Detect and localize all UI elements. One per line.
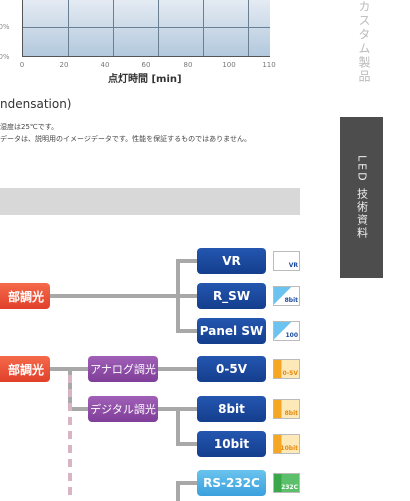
led-tech-docs-tab[interactable]: LED 技術資料 (340, 117, 383, 278)
panel-sw-node: Panel SW (197, 318, 266, 344)
connector (176, 329, 197, 333)
connector (50, 294, 197, 298)
x-tick: 100 (222, 61, 236, 69)
dashed-connector (68, 375, 72, 500)
8bit-icon: 8bit (273, 399, 300, 419)
10bit-node: 10bit (197, 431, 266, 457)
y-tick: 50% (0, 53, 10, 61)
note: データは、説明用のイメージデータです。性能を保証するものではありません。 (0, 135, 251, 143)
x-tick: 20 (59, 61, 69, 69)
custom-products-tab[interactable]: カスタム製品 (356, 0, 373, 84)
connector (176, 442, 197, 446)
analog-dimming-node: アナログ調光 (88, 356, 158, 382)
r-sw-node: R_SW (197, 283, 266, 309)
section-header-band (0, 188, 300, 215)
x-tick: 60 (141, 61, 151, 69)
gridline (248, 0, 249, 56)
x-tick: 0 (19, 61, 25, 69)
connector (176, 259, 180, 331)
panel-sw-icon: 100 (273, 321, 300, 341)
0-5v-node: 0-5V (197, 356, 266, 382)
y-tick: 60% (0, 23, 10, 31)
x-tick: 80 (183, 61, 193, 69)
external-dimming-node: 部調光 (0, 356, 50, 382)
gridline (158, 0, 159, 56)
chart-plot-area (22, 0, 270, 57)
internal-dimming-node: 部調光 (0, 283, 50, 309)
gridline (68, 0, 69, 56)
r-sw-8bit-icon: 8bit (273, 286, 300, 306)
x-axis-label: 点灯時間 [min] (108, 74, 182, 85)
vr-icon: VR (273, 251, 300, 271)
x-tick: 110 (262, 61, 276, 69)
section-title: ndensation) (0, 97, 72, 111)
vr-node: VR (197, 248, 266, 274)
digital-dimming-node: デジタル調光 (88, 396, 158, 422)
10bit-icon: 10bit (273, 434, 300, 454)
gridline (203, 0, 204, 56)
rs232c-icon: 232C (273, 473, 300, 493)
connector (176, 407, 180, 444)
note: 湿度は25℃です。 (0, 123, 59, 131)
gridline (113, 0, 114, 56)
0-5v-icon: 0-5V (273, 359, 300, 379)
rs232c-node: RS-232C (197, 470, 266, 496)
connector (176, 481, 197, 485)
x-tick: 40 (100, 61, 110, 69)
connector (176, 259, 197, 263)
8bit-node: 8bit (197, 396, 266, 422)
gridline (23, 27, 270, 28)
